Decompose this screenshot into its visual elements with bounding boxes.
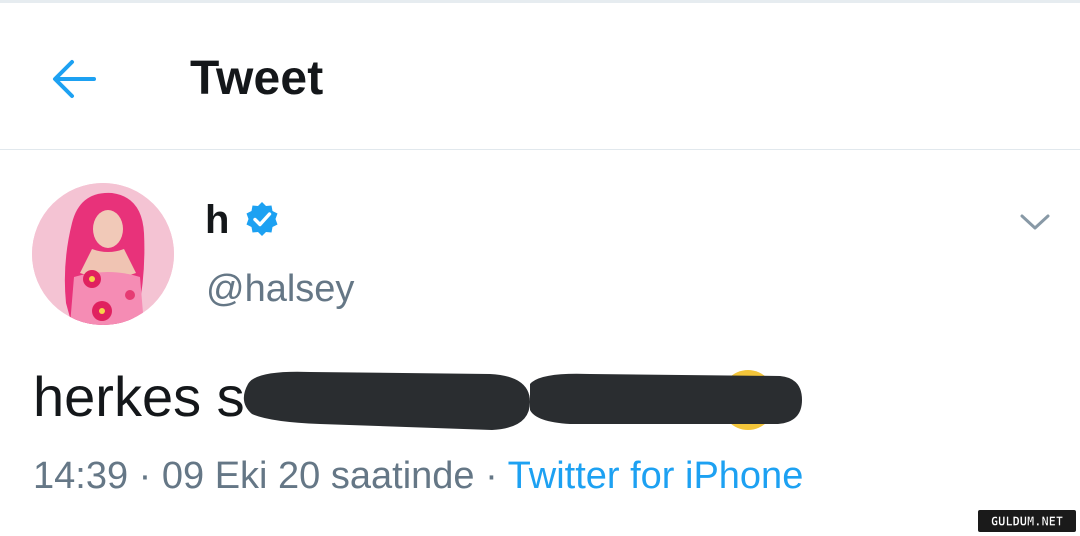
tweet-date: 09 Eki 20 saatinde	[161, 455, 475, 497]
author-display-name[interactable]: h	[205, 198, 229, 243]
avatar-image	[32, 183, 174, 325]
meta-separator: ·	[128, 455, 162, 497]
avatar[interactable]	[32, 183, 174, 325]
arrow-left-icon	[53, 60, 96, 98]
tweet-detail-screen: Tweet h @halsey herkes s 14:39 · 09 Eki …	[0, 0, 1080, 536]
page-title: Tweet	[190, 52, 324, 105]
verified-badge-icon	[246, 202, 278, 236]
tweet-meta: 14:39 · 09 Eki 20 saatinde · Twitter for…	[33, 455, 803, 498]
watermark-logo: GULDUM.NET	[978, 510, 1076, 532]
chevron-down-icon[interactable]	[1016, 207, 1054, 237]
author-handle[interactable]: @halsey	[206, 268, 354, 311]
redaction-scribble	[243, 370, 802, 430]
meta-separator: ·	[474, 455, 508, 497]
app-header: Tweet	[0, 3, 1080, 150]
svg-text:GULDUM.NET: GULDUM.NET	[991, 515, 1063, 529]
tweet-time: 14:39	[33, 455, 129, 497]
tweet-source-link[interactable]: Twitter for iPhone	[508, 455, 804, 497]
tweet-text: herkes s	[33, 365, 245, 428]
back-button[interactable]	[44, 51, 104, 107]
watermark-logo-image: GULDUM.NET	[991, 514, 1064, 529]
